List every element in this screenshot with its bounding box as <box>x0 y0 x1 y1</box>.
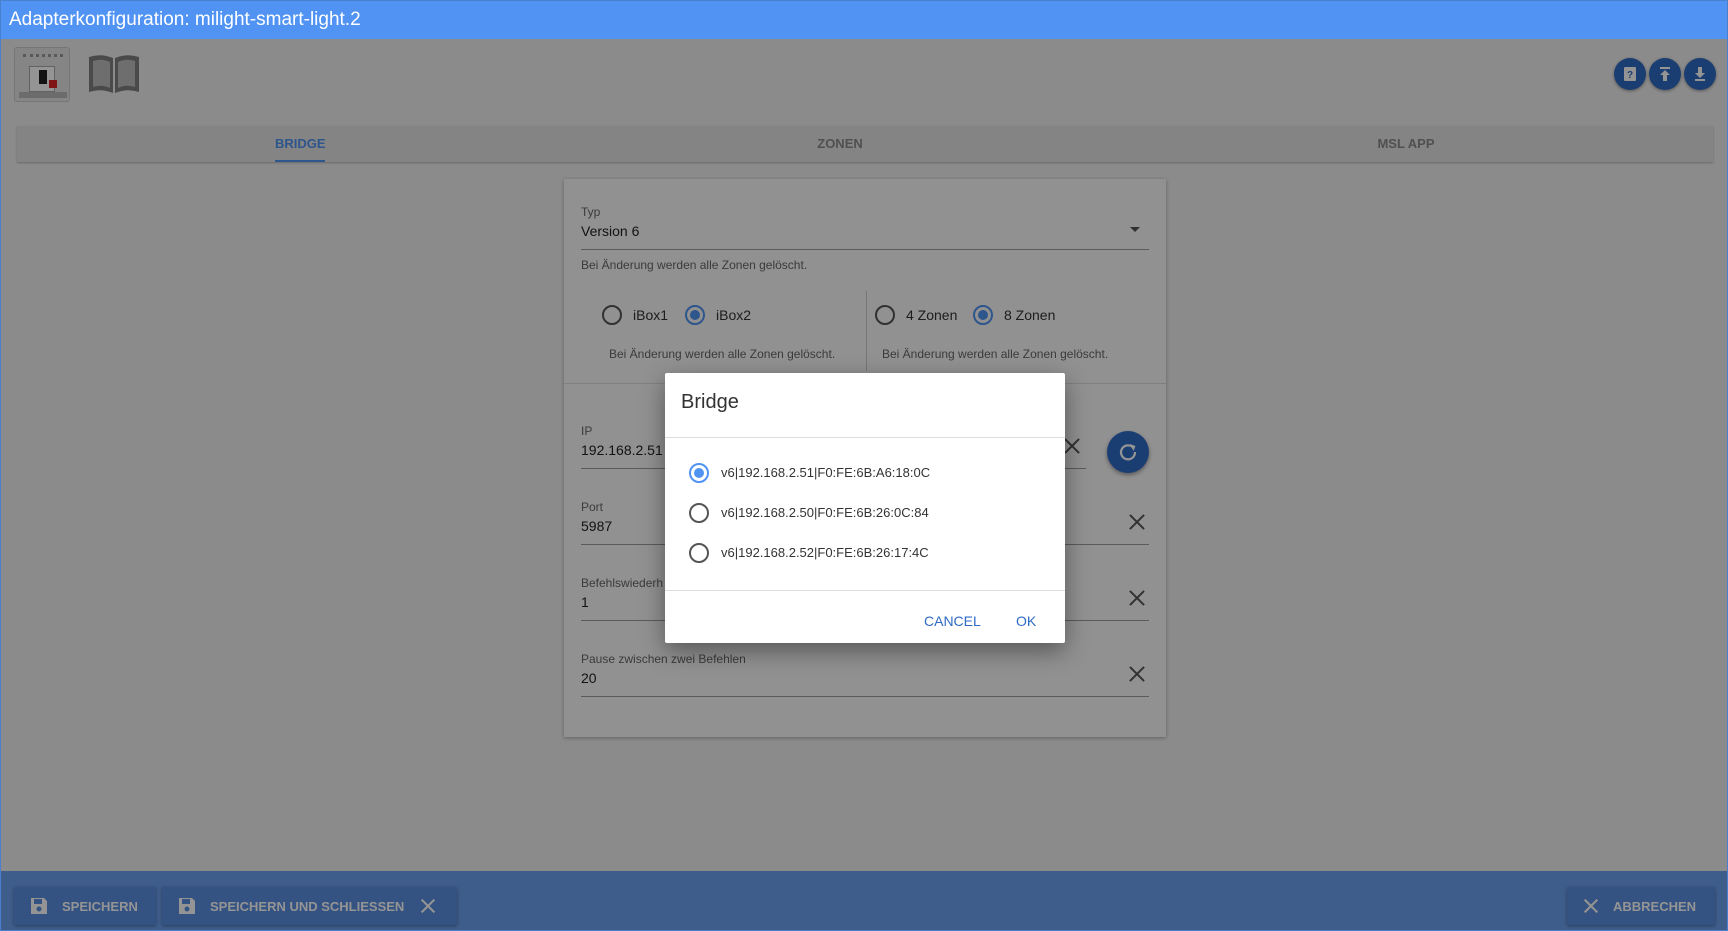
radio-bridge-option[interactable] <box>689 543 709 563</box>
radio-bridge-option[interactable] <box>689 503 709 523</box>
bridge-option[interactable]: v6|192.168.2.51|F0:FE:6B:A6:18:0C <box>689 461 1039 487</box>
bridge-option-label: v6|192.168.2.52|F0:FE:6B:26:17:4C <box>721 545 929 560</box>
radio-bridge-option[interactable] <box>689 463 709 483</box>
dialog-ok-button[interactable]: OK <box>1010 609 1042 633</box>
bridge-dialog: Bridge v6|192.168.2.51|F0:FE:6B:A6:18:0C… <box>665 373 1065 643</box>
window-title: Adapterkonfiguration: milight-smart-ligh… <box>1 1 1727 39</box>
bridge-option[interactable]: v6|192.168.2.50|F0:FE:6B:26:0C:84 <box>689 501 1039 527</box>
bridge-option[interactable]: v6|192.168.2.52|F0:FE:6B:26:17:4C <box>689 541 1039 567</box>
app-window: Adapterkonfiguration: milight-smart-ligh… <box>0 0 1728 931</box>
dialog-cancel-button[interactable]: CANCEL <box>918 609 987 633</box>
dialog-title: Bridge <box>681 391 739 413</box>
bridge-option-label: v6|192.168.2.50|F0:FE:6B:26:0C:84 <box>721 505 929 520</box>
bridge-option-label: v6|192.168.2.51|F0:FE:6B:A6:18:0C <box>721 465 931 480</box>
